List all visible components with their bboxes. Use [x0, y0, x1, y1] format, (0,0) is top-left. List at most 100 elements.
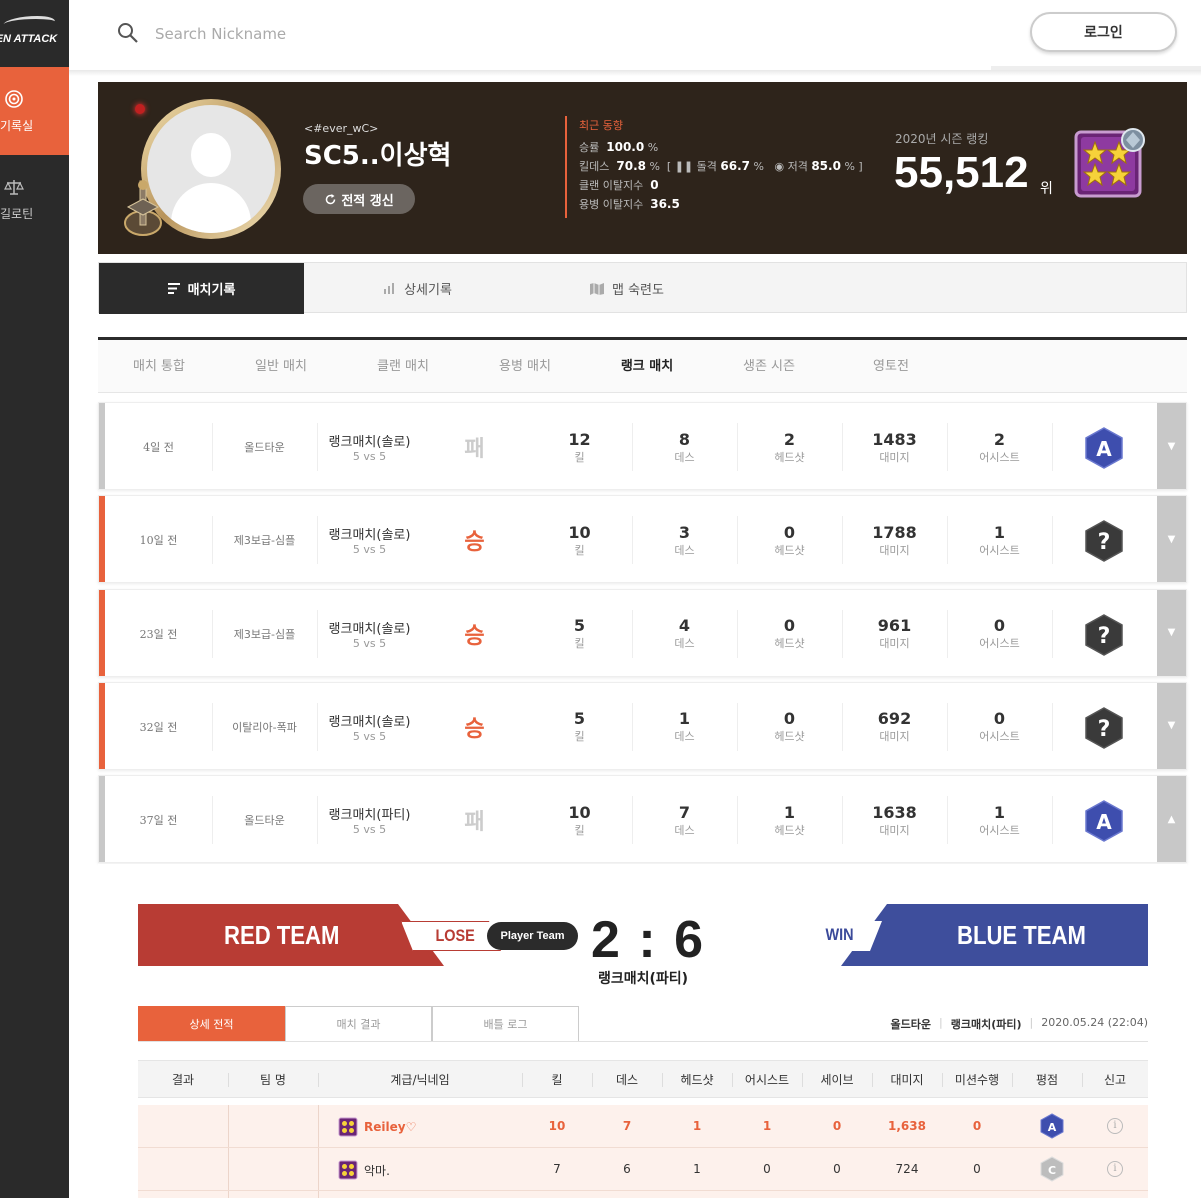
expand-toggle[interactable]: ▼	[1157, 496, 1186, 583]
subtab-clan[interactable]: 클랜 매치	[342, 340, 464, 393]
stat-value: 1	[993, 802, 1006, 822]
login-button[interactable]: 로그인	[1030, 12, 1177, 52]
player-row[interactable]: Reiley♡ 10 7 1 1 0 1,638 0 Ai	[138, 1105, 1148, 1148]
grade-unknown-icon: ?	[1085, 520, 1123, 563]
lose-label: LOSE	[435, 926, 475, 945]
stat-label: 킬	[574, 450, 585, 464]
stat-value: 5	[573, 616, 586, 636]
detail-divider	[138, 1041, 1148, 1042]
svg-text:?: ?	[1098, 717, 1111, 742]
subtab-mercenary[interactable]: 용병 매치	[464, 340, 586, 393]
stat-death: 1 데스	[632, 703, 737, 751]
player-death: 7	[622, 1119, 632, 1133]
match-row[interactable]: 32일 전 이탈리아-폭파 랭크매치(솔로) 5 vs 5 승 5 킬 1 데스 0 헤드샷 692 대…	[98, 681, 1187, 770]
player-name-cell[interactable]: Reiley♡	[338, 1117, 416, 1137]
top-shadow	[69, 70, 1201, 76]
mode-label: 랭크매치(솔로)	[328, 621, 411, 637]
mode-label: 랭크매치(파티)	[328, 808, 411, 824]
subtab-survival[interactable]: 생존 시즌	[708, 340, 830, 393]
match-row[interactable]: 10일 전 제3보급-심플 랭크매치(솔로) 5 vs 5 승 10 킬 3 데스 0 헤드샷 178…	[98, 495, 1187, 584]
rank-unit: 위	[1040, 181, 1053, 197]
profile-banner: <#ever_wC> SC5..이상혁 전적 갱신 최근 동향 승률 100.0…	[98, 82, 1187, 254]
player-death: 6	[623, 1162, 631, 1176]
match-row[interactable]: 23일 전 제3보급-심플 랭크매치(솔로) 5 vs 5 승 5 킬 4 데스 0 헤드샷 961 대…	[98, 588, 1187, 677]
match-mode: 랭크매치(파티)	[598, 971, 689, 987]
expand-toggle[interactable]: ▼	[1157, 403, 1186, 489]
search-icon[interactable]	[117, 22, 139, 44]
refresh-record-button[interactable]: 전적 갱신	[303, 184, 415, 214]
tab-battle-log[interactable]: 배틀 로그	[432, 1006, 579, 1042]
header-divider	[228, 1073, 229, 1087]
stat-label: 킬	[574, 543, 585, 557]
player-name-cell[interactable]: 악마.	[338, 1160, 390, 1180]
tab-detail-stats[interactable]: 상세 전적	[138, 1006, 285, 1042]
stat-headshot: 0 헤드샷	[737, 516, 842, 564]
match-mode: 랭크매치(솔로) 5 vs 5	[317, 703, 422, 751]
stat-label: 데스	[674, 450, 695, 464]
result-label: 승	[464, 623, 485, 649]
stat-label: 대미지	[879, 543, 910, 557]
stat-label: 데스	[674, 823, 695, 837]
sidebar-item-guillotine[interactable]: 길로틴	[0, 155, 69, 243]
scale-icon	[4, 180, 24, 195]
column-header: 평점	[1035, 1073, 1059, 1087]
report-info-icon[interactable]: i	[1107, 1161, 1123, 1177]
tab-match-result[interactable]: 매치 결과	[285, 1006, 432, 1042]
subtab-all[interactable]: 매치 통합	[98, 340, 220, 393]
stat-value: 0	[783, 709, 796, 729]
match-type-tabs: 매치 통합 일반 매치 클랜 매치 용병 매치 랭크 매치 생존 시즌 영토전	[98, 337, 1187, 393]
stat-label: 헤드샷	[774, 730, 805, 744]
avatar-body	[171, 183, 251, 233]
match-row[interactable]: 37일 전 올드타운 랭크매치(파티) 5 vs 5 패 10 킬 7 데스 1 헤드샷 1638 대미…	[98, 775, 1187, 864]
stat-label: 데스	[674, 543, 695, 557]
subtab-territory[interactable]: 영토전	[830, 340, 952, 393]
list-icon	[167, 283, 180, 294]
stat-label: 헤드샷	[774, 543, 805, 557]
player-team-badge: Player Team	[487, 922, 578, 950]
tab-label: 매치기록	[187, 283, 236, 298]
column-header: 세이브	[820, 1073, 854, 1087]
expand-toggle[interactable]: ▼	[1157, 589, 1186, 676]
player-kill: 10	[548, 1119, 566, 1133]
app-logo[interactable]: REN ATTACK	[0, 0, 69, 67]
subtab-normal[interactable]: 일반 매치	[220, 340, 342, 393]
report-info-icon[interactable]: i	[1107, 1118, 1123, 1134]
player-assist: 0	[763, 1162, 771, 1176]
header-divider	[942, 1073, 943, 1087]
stat-value: 692	[877, 709, 912, 729]
stat-label: 대미지	[879, 730, 910, 744]
player-save: 0	[833, 1162, 841, 1176]
tab-map-proficiency[interactable]: 맵 숙련도	[532, 263, 722, 314]
cell-divider	[1052, 796, 1053, 845]
search-input[interactable]	[155, 22, 555, 46]
stat-damage: 1638 대미지	[842, 796, 947, 844]
match-row[interactable]: 4일 전 올드타운 랭크매치(솔로) 5 vs 5 패 12 킬 8 데스 2 헤드샷 1483 대미지…	[98, 402, 1187, 490]
sidebar-item-records[interactable]: 기록실	[0, 67, 69, 155]
match-date: 2020.05.24 (22:04)	[1041, 1016, 1148, 1029]
red-team-rows: Reiley♡ 10 7 1 1 0 1,638 0 Ai 악마. 7 6 1 0 0 724 0 Ci	[138, 1105, 1148, 1198]
stat-label: 어시스트	[979, 450, 1020, 464]
stat-label: 헤드샷	[774, 823, 805, 837]
column-header: 결과	[171, 1073, 195, 1087]
blue-team-label: BLUE TEAM	[957, 920, 1086, 950]
subtab-rank[interactable]: 랭크 매치	[586, 340, 708, 393]
match-days: 4일 전	[105, 423, 212, 471]
stat-value: 10	[568, 522, 591, 542]
rank-emblem-icon	[124, 180, 162, 236]
win-tag: WIN	[790, 921, 882, 951]
player-row[interactable]: 악마. 7 6 1 0 0 724 0 Ci	[138, 1148, 1148, 1191]
expand-toggle[interactable]: ▼	[1157, 682, 1186, 769]
stat-label: 데스	[674, 730, 695, 744]
target-icon	[5, 90, 23, 108]
svg-text:?: ?	[1098, 624, 1111, 649]
stat-value: 12	[568, 429, 591, 449]
expand-toggle[interactable]: ▲	[1157, 776, 1186, 863]
tab-detailed-records[interactable]: 상세기록	[304, 263, 532, 314]
record-tabs: 매치기록 상세기록 맵 숙련도	[98, 262, 1187, 314]
recent-divider	[565, 116, 567, 218]
stat-value: 1	[993, 522, 1006, 542]
tab-match-records[interactable]: 매치기록	[99, 263, 304, 314]
match-mode-small: 랭크매치(파티)	[950, 1018, 1022, 1031]
blue-team-banner: BLUE TEAM	[841, 904, 1148, 966]
match-score: 2 : 6	[591, 911, 706, 969]
